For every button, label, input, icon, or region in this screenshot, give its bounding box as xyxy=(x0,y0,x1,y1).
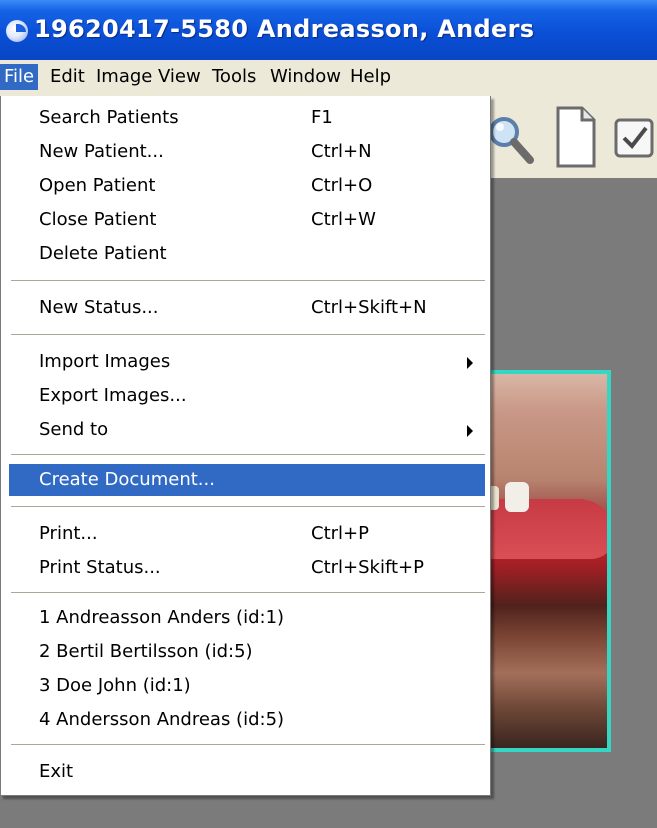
toolbar xyxy=(490,96,657,178)
menu-separator xyxy=(11,334,485,336)
menu-item-label: Open Patient xyxy=(39,175,156,196)
menu-image[interactable]: Image xyxy=(92,64,156,90)
menu-item-label: New Status... xyxy=(39,297,159,318)
submenu-arrow-icon xyxy=(467,357,473,369)
menu-item-print[interactable]: Print... Ctrl+P xyxy=(9,518,485,550)
submenu-arrow-icon xyxy=(467,425,473,437)
menu-view[interactable]: View xyxy=(154,64,205,90)
menu-separator xyxy=(11,744,485,746)
magnifier-icon[interactable] xyxy=(490,110,534,166)
menu-item-create-document[interactable]: Create Document... xyxy=(9,464,485,496)
shortcut-label: Ctrl+N xyxy=(311,141,372,162)
shortcut-label: Ctrl+O xyxy=(311,175,373,196)
menu-item-print-status[interactable]: Print Status... Ctrl+Skift+P xyxy=(9,552,485,584)
shortcut-label: Ctrl+Skift+N xyxy=(311,297,427,318)
checkbox-icon[interactable] xyxy=(612,110,657,164)
menu-item-label: Delete Patient xyxy=(39,243,167,264)
menu-separator xyxy=(11,592,485,594)
menu-item-label: 2 Bertil Bertilsson (id:5) xyxy=(39,641,253,662)
menu-item-import-images[interactable]: Import Images xyxy=(9,346,485,378)
patient-image-thumbnail[interactable] xyxy=(485,370,611,752)
app-icon[interactable] xyxy=(6,20,28,42)
menu-item-label: 3 Doe John (id:1) xyxy=(39,675,191,696)
menu-item-label: Exit xyxy=(39,761,74,782)
menu-item-label: New Patient... xyxy=(39,141,164,162)
menu-item-recent-patient-4[interactable]: 4 Andersson Andreas (id:5) xyxy=(9,704,485,736)
file-menu: Search Patients F1 New Patient... Ctrl+N… xyxy=(0,96,491,796)
tooth-region xyxy=(505,482,529,512)
menu-item-label: Search Patients xyxy=(39,107,179,128)
menu-item-recent-patient-1[interactable]: 1 Andreasson Anders (id:1) xyxy=(9,602,485,634)
menu-item-new-patient[interactable]: New Patient... Ctrl+N xyxy=(9,136,485,168)
menu-file[interactable]: File xyxy=(0,64,39,90)
menu-separator xyxy=(11,506,485,508)
menu-item-label: Export Images... xyxy=(39,385,187,406)
menu-separator xyxy=(11,454,485,456)
menu-item-label: Print Status... xyxy=(39,557,161,578)
menu-tools[interactable]: Tools xyxy=(208,64,260,90)
menu-separator xyxy=(11,280,485,282)
menu-item-label: Import Images xyxy=(39,351,171,372)
menu-item-search-patients[interactable]: Search Patients F1 xyxy=(9,102,485,134)
shortcut-label: Ctrl+P xyxy=(311,523,369,544)
menu-item-label: 1 Andreasson Anders (id:1) xyxy=(39,607,285,628)
shortcut-label: Ctrl+Skift+P xyxy=(311,557,424,578)
menu-item-delete-patient[interactable]: Delete Patient xyxy=(9,238,485,270)
shortcut-label: Ctrl+W xyxy=(311,209,376,230)
shortcut-label: F1 xyxy=(311,107,333,128)
menu-item-label: 4 Andersson Andreas (id:5) xyxy=(39,709,285,730)
window-title: 19620417-5580 Andreasson, Anders xyxy=(34,15,535,43)
menu-help[interactable]: Help xyxy=(346,64,395,90)
menu-item-open-patient[interactable]: Open Patient Ctrl+O xyxy=(9,170,485,202)
menu-item-recent-patient-2[interactable]: 2 Bertil Bertilsson (id:5) xyxy=(9,636,485,668)
menu-bar: File Edit Image View Tools Window Help xyxy=(0,60,657,96)
menu-item-exit[interactable]: Exit xyxy=(9,756,485,788)
menu-item-label: Send to xyxy=(39,419,109,440)
menu-item-new-status[interactable]: New Status... Ctrl+Skift+N xyxy=(9,292,485,324)
lip-region xyxy=(485,499,607,559)
menu-window[interactable]: Window xyxy=(266,64,345,90)
menu-item-close-patient[interactable]: Close Patient Ctrl+W xyxy=(9,204,485,236)
menu-item-label: Create Document... xyxy=(39,469,215,490)
menu-edit[interactable]: Edit xyxy=(46,64,89,90)
menu-item-label: Print... xyxy=(39,523,98,544)
menu-item-recent-patient-3[interactable]: 3 Doe John (id:1) xyxy=(9,670,485,702)
menu-item-send-to[interactable]: Send to xyxy=(9,414,485,446)
menu-item-export-images[interactable]: Export Images... xyxy=(9,380,485,412)
new-document-icon[interactable] xyxy=(554,106,598,168)
menu-item-label: Close Patient xyxy=(39,209,157,230)
title-bar[interactable]: 19620417-5580 Andreasson, Anders xyxy=(0,0,657,60)
